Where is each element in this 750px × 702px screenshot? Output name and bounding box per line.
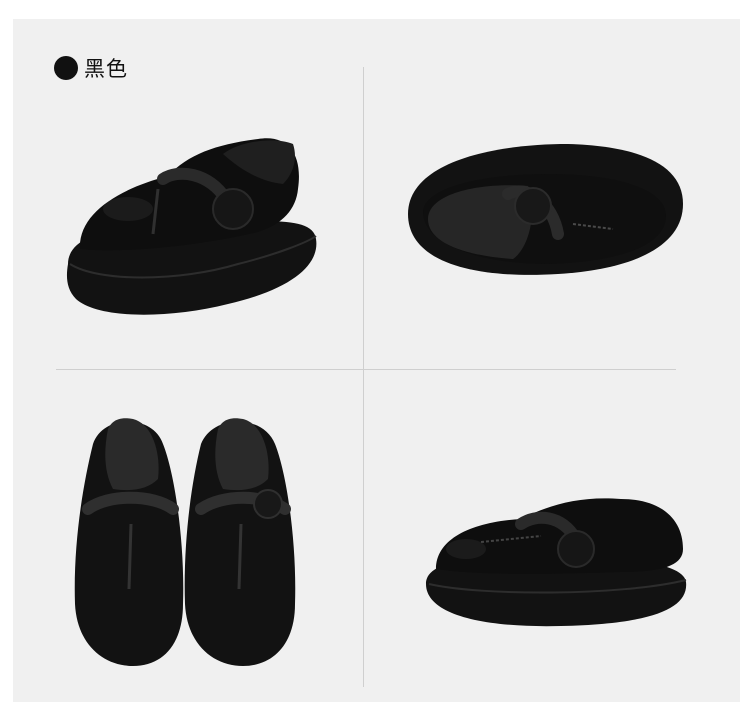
horizontal-divider [56,369,676,370]
color-name: 黑色 [84,57,128,81]
shoe-side-illustration [426,498,687,627]
shoe-pair-illustration [74,418,296,666]
shoe-angled-illustration [66,138,317,315]
product-image-panel: 黑色 [13,19,740,702]
color-swatch-dot [54,56,78,80]
shoe-view-heel [398,134,693,294]
shoe-heel-illustration [408,144,683,275]
vertical-divider [363,67,364,687]
shoe-view-angled [58,114,328,329]
shoe-view-pair-top [63,404,303,674]
shoe-view-side [421,484,691,634]
top-margin [0,0,750,12]
color-option-label: 黑色 [54,53,128,83]
